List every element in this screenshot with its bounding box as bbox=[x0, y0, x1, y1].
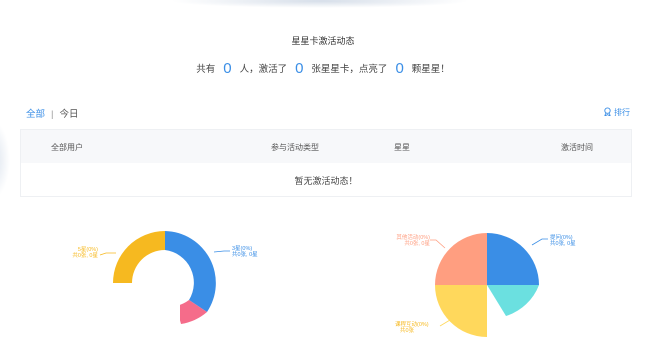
pie-label-bottom-2: 共0张 bbox=[400, 326, 415, 334]
leader-line bbox=[213, 250, 230, 253]
pie-label-bottom-1: 课程互动(0%) bbox=[395, 320, 429, 328]
pie-label-left-2: 共0张, 0星 bbox=[404, 239, 430, 247]
pie-label-left-1: 其他活动(0%) bbox=[396, 233, 430, 241]
pie-slice-question bbox=[487, 233, 539, 285]
charts-area: 3星(0%) 共0张, 0星 5星(0%) 共0张, 0星 提问(0%) 共0张… bbox=[72, 231, 576, 338]
pie-label-right-1: 提问(0%) bbox=[550, 233, 573, 241]
donut-label-left-2: 共0张, 0星 bbox=[72, 251, 98, 259]
pie-slice-other-activity bbox=[435, 233, 487, 285]
leader-line bbox=[430, 239, 446, 249]
star-level-donut-chart: 3星(0%) 共0张, 0星 5星(0%) 共0张, 0星 bbox=[72, 231, 258, 338]
pie-slice-other-cyan bbox=[487, 285, 539, 316]
leader-line bbox=[99, 252, 116, 256]
donut-mask bbox=[110, 285, 180, 338]
activity-type-pie-chart: 提问(0%) 共0张, 0星 其他活动(0%) 共0张, 0星 课程互动(0%)… bbox=[395, 233, 576, 337]
donut-label-right-1: 3星(0%) bbox=[232, 245, 252, 252]
pie-label-right-2: 共0张, 0星 bbox=[550, 239, 576, 247]
donut-label-left-1: 5星(0%) bbox=[78, 246, 98, 253]
leader-line bbox=[439, 319, 451, 327]
donut-slice-5-star bbox=[113, 231, 165, 283]
pie-slice-course-interaction bbox=[435, 285, 487, 337]
leader-line bbox=[531, 238, 548, 246]
donut-label-right-2: 共0张, 0星 bbox=[232, 250, 258, 258]
